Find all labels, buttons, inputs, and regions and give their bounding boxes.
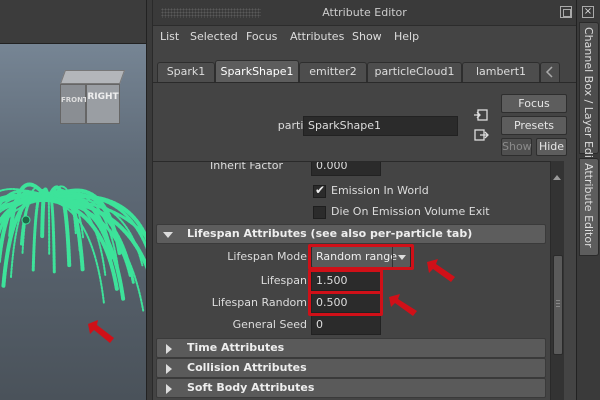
collapsed-triangle-icon	[166, 364, 172, 374]
maya-window: FRONT RIGHT Attribute Editor List Select…	[0, 0, 600, 400]
presets-button[interactable]: Presets	[501, 116, 567, 135]
viewcube-top-face[interactable]	[60, 70, 126, 84]
highlight-lifespan-random	[308, 291, 383, 316]
tab-particlecloud1[interactable]: particleCloud1	[367, 62, 462, 82]
inherit-factor-label: Inherit Factor	[209, 161, 283, 172]
highlight-lifespan-mode	[308, 244, 414, 270]
tab-channel-box-layer-editor[interactable]: Channel Box / Layer Editor	[579, 22, 599, 174]
tab-spark1[interactable]: Spark1	[157, 62, 215, 82]
section-collision-attributes[interactable]: Collision Attributes	[156, 358, 546, 378]
tab-sparkshape1[interactable]: SparkShape1	[215, 60, 299, 82]
window-title: Attribute Editor	[322, 6, 407, 19]
right-dock: × Channel Box / Layer Editor Attribute E…	[576, 0, 600, 400]
viewcube-front-face[interactable]: FRONT	[60, 84, 88, 124]
close-icon[interactable]: ×	[582, 6, 594, 18]
viewcube[interactable]: FRONT RIGHT	[60, 70, 126, 124]
tab-attribute-editor[interactable]: Attribute Editor	[579, 158, 599, 256]
menu-show[interactable]: Show	[352, 26, 382, 48]
tab-divider	[153, 82, 576, 83]
dock-tab-label: Channel Box / Layer Editor	[582, 27, 595, 174]
tab-scroll-left[interactable]	[540, 62, 560, 82]
general-seed-label: General Seed	[232, 318, 307, 331]
die-on-emission-volume-exit-checkbox[interactable]	[313, 206, 326, 219]
tab-lambert1[interactable]: lambert1	[462, 62, 540, 82]
output-connection-icon[interactable]	[473, 128, 489, 142]
section-time-attributes[interactable]: Time Attributes	[156, 338, 546, 358]
attribute-editor-titlebar[interactable]: Attribute Editor	[153, 0, 576, 26]
section-title: Collision Attributes	[187, 361, 307, 374]
section-soft-body-attributes[interactable]: Soft Body Attributes	[156, 378, 546, 398]
focus-button[interactable]: Focus	[501, 94, 567, 113]
menu-attributes[interactable]: Attributes	[290, 26, 344, 48]
attribute-list: Inherit Factor 0.000 ✔ Emission In World…	[153, 161, 556, 400]
node-tabs: Spark1 SparkShape1 emitter2 particleClou…	[153, 60, 576, 84]
menu-focus[interactable]: Focus	[246, 26, 277, 48]
lifespan-label: Lifespan	[260, 274, 307, 287]
viewcube-right-face[interactable]: RIGHT	[86, 84, 120, 124]
menu-list[interactable]: List	[160, 26, 179, 48]
die-on-emission-volume-exit-label: Die On Emission Volume Exit	[331, 205, 490, 218]
particle-strand	[40, 187, 50, 240]
annotation-arrow-viewport	[88, 320, 114, 343]
checkmark-icon: ✔	[315, 183, 326, 197]
emission-in-world-checkbox[interactable]: ✔	[313, 183, 326, 198]
lifespan-mode-label: Lifespan Mode	[227, 250, 307, 263]
annotation-arrow-lifespan-mode	[427, 259, 455, 282]
scrollbar-thumb[interactable]	[553, 255, 563, 355]
attribute-editor: Attribute Editor List Selected Focus Att…	[153, 0, 576, 400]
dock-tab-label: Attribute Editor	[582, 163, 595, 248]
menu-bar: List Selected Focus Attributes Show Help	[153, 26, 576, 48]
viewport-panel[interactable]: FRONT RIGHT	[0, 0, 147, 400]
emission-in-world-label: Emission In World	[331, 184, 429, 197]
section-title: Time Attributes	[187, 341, 285, 354]
tab-emitter2[interactable]: emitter2	[299, 62, 367, 82]
annotation-arrow-lifespan-random	[389, 294, 417, 316]
lifespan-random-label: Lifespan Random	[211, 296, 307, 309]
section-title: Lifespan Attributes (see also per-partic…	[187, 227, 473, 240]
particle-strand	[46, 197, 126, 301]
hide-button[interactable]: Hide	[536, 138, 567, 156]
inherit-factor-field[interactable]: 0.000	[311, 162, 381, 176]
attribute-scrollbar[interactable]	[550, 161, 564, 400]
float-panel-icon[interactable]	[560, 6, 572, 18]
scroll-up-icon[interactable]	[553, 175, 561, 180]
section-title: Soft Body Attributes	[187, 381, 315, 394]
expanded-triangle-icon	[163, 232, 173, 238]
section-lifespan-attributes[interactable]: Lifespan Attributes (see also per-partic…	[156, 224, 546, 244]
input-connection-icon[interactable]	[473, 108, 489, 122]
chevron-left-icon	[545, 66, 553, 78]
particle-fountain[interactable]	[0, 130, 147, 330]
node-name-field[interactable]: SparkShape1	[303, 116, 458, 136]
show-button[interactable]: Show	[501, 138, 532, 156]
viewport-toolbar	[0, 0, 146, 44]
collapsed-triangle-icon	[166, 384, 172, 394]
general-seed-field[interactable]: 0	[311, 315, 381, 335]
collapsed-triangle-icon	[166, 344, 172, 354]
menu-selected[interactable]: Selected	[190, 26, 238, 48]
menu-help[interactable]: Help	[394, 26, 419, 48]
